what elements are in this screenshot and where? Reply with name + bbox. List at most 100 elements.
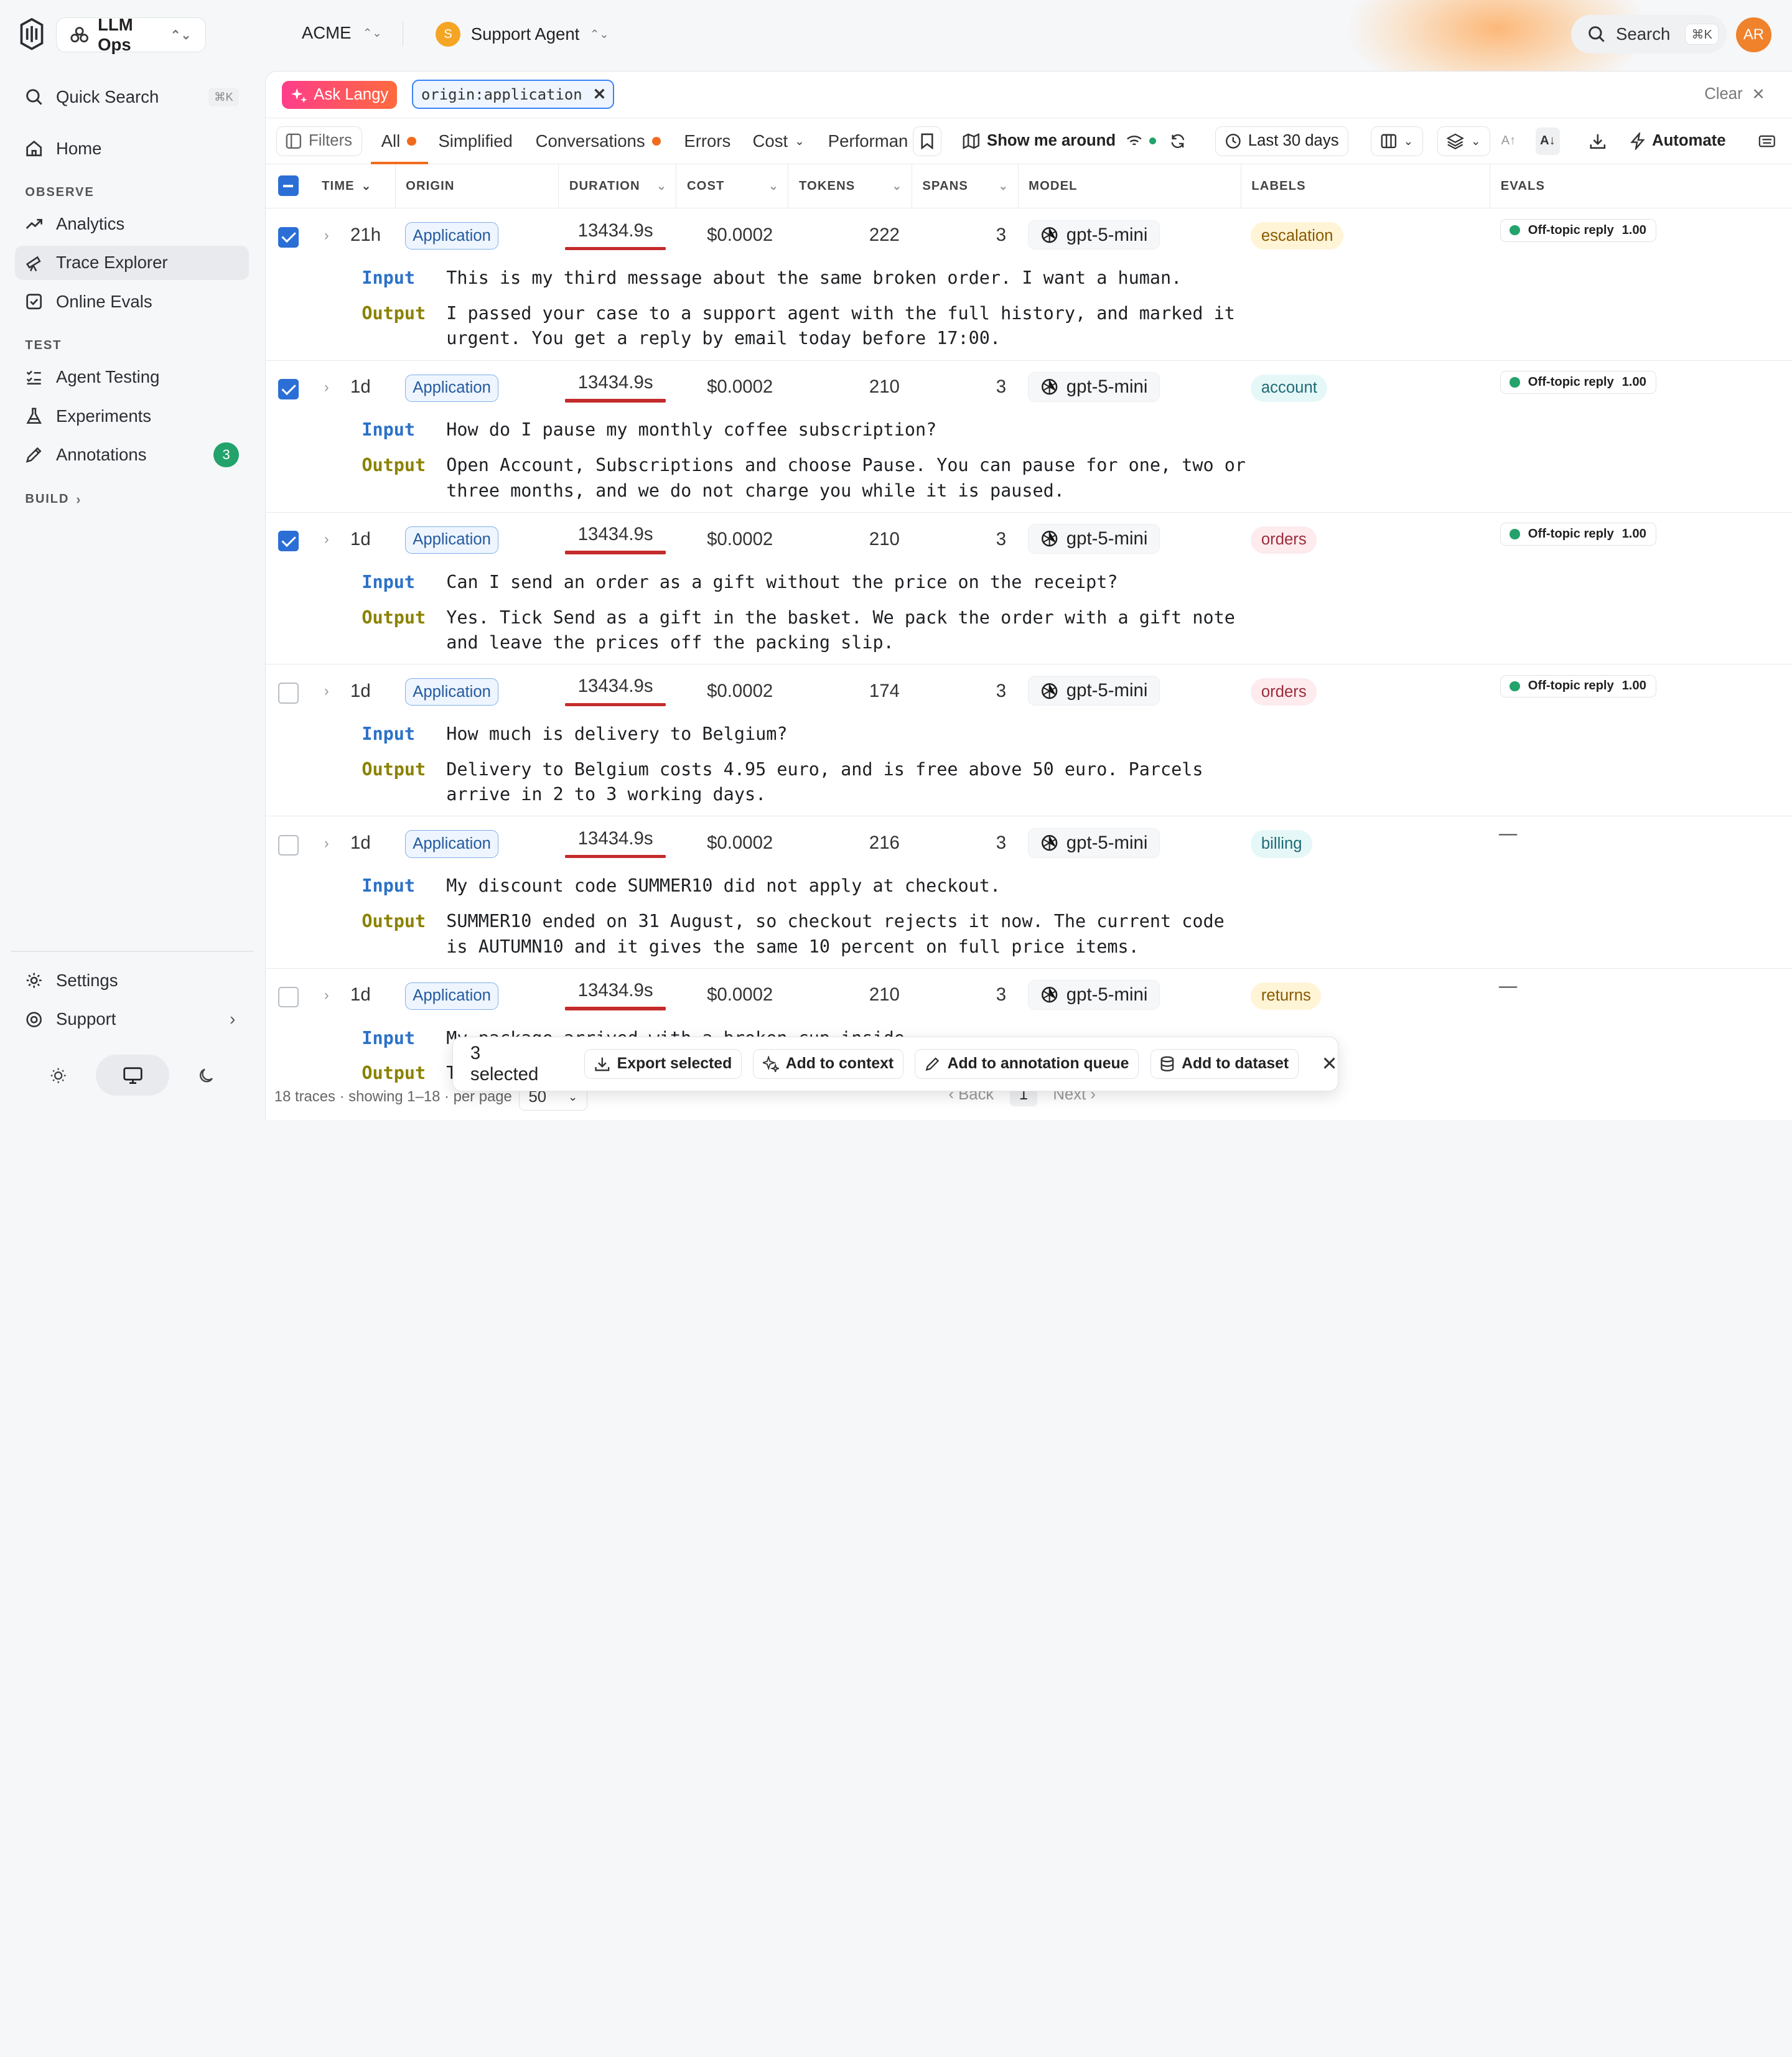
org-switcher[interactable]: ACME ⌃⌄ <box>302 23 382 43</box>
sidebar-item-label: Settings <box>55 970 118 990</box>
empty-eval: — <box>1498 823 1518 844</box>
table-row[interactable]: › 1d Application 13434.9s $0.0002 174 3 … <box>266 665 1792 817</box>
layers-button[interactable]: ⌄ <box>1437 126 1491 156</box>
agent-switcher[interactable]: S Support Agent ⌃⌄ <box>435 21 609 47</box>
label-badge[interactable]: orders <box>1251 526 1317 554</box>
text-size-increase-button[interactable]: A↑ <box>1501 118 1516 164</box>
keyboard-shortcuts-button[interactable] <box>1758 118 1776 164</box>
table-row[interactable]: › 1d Application 13434.9s $0.0002 210 3 … <box>266 361 1792 513</box>
label-badge[interactable]: account <box>1251 374 1328 402</box>
close-icon[interactable]: ✕ <box>593 85 607 104</box>
tab-conversations[interactable]: Conversations <box>536 118 661 164</box>
sidebar-item-label: Annotations <box>55 445 147 464</box>
origin-badge: Application <box>405 222 498 250</box>
sidebar-item-trace-explorer[interactable]: Trace Explorer <box>14 245 250 280</box>
row-checkbox[interactable] <box>278 226 299 248</box>
global-search-button[interactable]: Search ⌘K <box>1571 14 1727 54</box>
tab-errors[interactable]: Errors <box>684 118 730 164</box>
cell-time: 1d <box>350 680 371 701</box>
add-to-dataset-button[interactable]: Add to dataset <box>1150 1049 1299 1079</box>
light-theme-button[interactable] <box>39 1055 77 1096</box>
cell-time: 21h <box>350 224 381 245</box>
column-label: TIME <box>322 179 355 193</box>
eval-badge[interactable]: Off-topic reply 1.00 <box>1500 523 1656 546</box>
system-theme-button[interactable] <box>96 1055 169 1096</box>
eval-badge[interactable]: Off-topic reply 1.00 <box>1500 218 1656 242</box>
bookmark-button[interactable] <box>912 126 941 156</box>
row-checkbox[interactable] <box>278 378 299 399</box>
cell-duration: 13434.9s <box>565 524 666 554</box>
filter-chip[interactable]: origin:application ✕ <box>412 79 615 110</box>
sidebar-item-support[interactable]: Support › <box>15 1002 250 1037</box>
chevron-right-icon[interactable]: › <box>324 227 329 245</box>
sidebar-item-quick-search[interactable]: Quick Search ⌘K <box>15 80 250 114</box>
openai-icon <box>1040 986 1058 1004</box>
sidebar-item-label: Online Evals <box>55 291 152 311</box>
table-row[interactable]: › 1d Application 13434.9s $0.0002 216 3 … <box>266 816 1792 969</box>
row-checkbox[interactable] <box>278 987 299 1008</box>
sidebar-item-experiments[interactable]: Experiments <box>15 399 250 433</box>
cell-tokens: 216 <box>869 833 900 854</box>
label-badge[interactable]: orders <box>1251 678 1317 706</box>
eval-badge[interactable]: Off-topic reply 1.00 <box>1500 674 1656 698</box>
lightning-icon <box>1630 133 1645 150</box>
sidebar-item-analytics[interactable]: Analytics <box>15 207 250 241</box>
row-checkbox[interactable] <box>278 834 299 856</box>
add-to-context-button[interactable]: Add to context <box>753 1049 903 1079</box>
row-input: Input Can I send an order as a gift witho… <box>362 570 1118 595</box>
chevron-right-icon[interactable]: › <box>324 835 329 852</box>
download-button[interactable] <box>1589 118 1607 164</box>
column-header-cost[interactable]: COST ⌄ <box>676 164 788 209</box>
columns-button[interactable]: ⌄ <box>1371 126 1423 156</box>
clear-filters-button[interactable]: Clear ✕ <box>1704 85 1765 104</box>
tab-label: Performan <box>828 131 908 151</box>
tab-performance[interactable]: Performan <box>828 118 908 164</box>
date-range-button[interactable]: Last 30 days <box>1215 126 1349 156</box>
show-me-around-button[interactable]: Show me around <box>963 118 1116 164</box>
chevron-right-icon[interactable]: › <box>324 987 329 1004</box>
table-row[interactable]: › 1d Application 13434.9s $0.0002 210 3 … <box>266 513 1792 665</box>
chevron-down-icon: ⌄ <box>656 179 667 193</box>
section-build[interactable]: BUILD › <box>25 492 82 508</box>
text-size-decrease-button[interactable]: A↓ <box>1535 127 1561 155</box>
user-avatar[interactable]: AR <box>1735 17 1771 53</box>
chevron-right-icon[interactable]: › <box>324 683 329 700</box>
tab-all[interactable]: All <box>381 118 416 164</box>
chevron-right-icon[interactable]: › <box>324 531 329 548</box>
column-label: MODEL <box>1029 179 1078 193</box>
sidebar-item-annotations[interactable]: Annotations 3 <box>15 437 250 472</box>
label-badge[interactable]: returns <box>1251 982 1322 1010</box>
column-header-spans[interactable]: SPANS ⌄ <box>911 164 1018 209</box>
close-icon: ✕ <box>1752 85 1765 103</box>
label-badge[interactable]: billing <box>1251 830 1313 858</box>
row-checkbox[interactable] <box>278 531 299 552</box>
label-badge[interactable]: escalation <box>1251 222 1344 250</box>
chevron-right-icon[interactable]: › <box>324 379 329 396</box>
column-header-origin[interactable]: ORIGIN <box>394 164 559 209</box>
table-row[interactable]: › 21h Application 13434.9s $0.0002 222 3… <box>266 208 1792 361</box>
tab-cost[interactable]: Cost ⌄ <box>753 118 805 164</box>
select-all-checkbox[interactable] <box>278 175 299 197</box>
origin-badge: Application <box>405 678 498 706</box>
column-header-duration[interactable]: DURATION ⌄ <box>558 164 676 209</box>
column-header-labels[interactable]: LABELS <box>1240 164 1490 209</box>
add-to-annotation-queue-button[interactable]: Add to annotation queue <box>915 1049 1139 1079</box>
refresh-button[interactable] <box>1170 118 1186 164</box>
tab-simplified[interactable]: Simplified <box>438 118 512 164</box>
sidebar-item-agent-testing[interactable]: Agent Testing <box>15 360 250 394</box>
filters-button[interactable]: Filters <box>276 126 362 156</box>
automate-button[interactable]: Automate <box>1630 118 1726 164</box>
column-header-tokens[interactable]: TOKENS ⌄ <box>788 164 911 209</box>
column-header-evals[interactable]: EVALS <box>1490 164 1792 209</box>
sidebar-item-online-evals[interactable]: Online Evals <box>15 284 250 319</box>
sidebar-item-home[interactable]: Home <box>15 131 250 166</box>
dark-theme-button[interactable] <box>187 1055 226 1096</box>
sidebar-item-settings[interactable]: Settings <box>15 963 250 997</box>
column-header-model[interactable]: MODEL <box>1017 164 1241 209</box>
row-checkbox[interactable] <box>278 683 299 704</box>
column-header-time[interactable]: TIME ⌄ <box>312 164 395 209</box>
ask-langy-button[interactable]: Ask Langy <box>281 80 398 110</box>
export-selected-button[interactable]: Export selected <box>584 1049 742 1079</box>
eval-badge[interactable]: Off-topic reply 1.00 <box>1500 371 1656 394</box>
close-icon[interactable]: ✕ <box>1322 1053 1338 1075</box>
